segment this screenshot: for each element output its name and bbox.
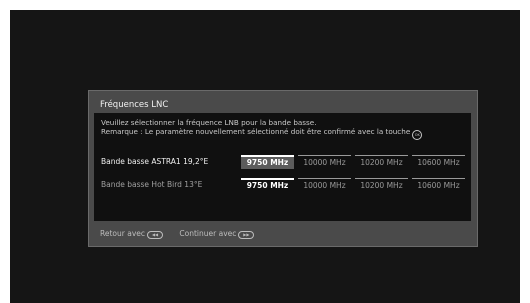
option-hotbird-10000[interactable]: 10000 MHz [298, 178, 351, 192]
lnb-frequency-dialog: Fréquences LNC Veuillez sélectionner la … [88, 90, 478, 247]
ok-key-icon: OK [412, 130, 423, 140]
info-line-2-text: Remarque : Le paramètre nouvellement sél… [101, 127, 411, 136]
option-hotbird-10600[interactable]: 10600 MHz [412, 178, 465, 192]
tv-screen: Fréquences LNC Veuillez sélectionner la … [10, 10, 520, 303]
back-hint[interactable]: Retour avec ◀◀ [100, 229, 164, 239]
lnb-row-astra[interactable]: Bande basse ASTRA1 19,2°E 9750 MHz 10000… [94, 155, 471, 169]
info-text: Veuillez sélectionner la fréquence LNB p… [101, 118, 423, 140]
footer-hints: Retour avec ◀◀ Continuer avec ▶▶ [100, 229, 268, 239]
option-astra-9750[interactable]: 9750 MHz [241, 155, 294, 169]
option-astra-10600[interactable]: 10600 MHz [412, 155, 465, 169]
forward-key-icon: ▶▶ [238, 231, 255, 239]
option-astra-10000[interactable]: 10000 MHz [298, 155, 351, 169]
row-label-hotbird: Bande basse Hot Bird 13°E [101, 180, 203, 189]
option-hotbird-10200[interactable]: 10200 MHz [355, 178, 408, 192]
option-astra-10200[interactable]: 10200 MHz [355, 155, 408, 169]
info-line-1: Veuillez sélectionner la fréquence LNB p… [101, 118, 317, 127]
rewind-key-icon: ◀◀ [147, 231, 164, 239]
back-hint-label: Retour avec [100, 229, 146, 238]
lnb-row-hotbird[interactable]: Bande basse Hot Bird 13°E 9750 MHz 10000… [94, 178, 471, 192]
continue-hint[interactable]: Continuer avec ▶▶ [179, 229, 255, 239]
continue-hint-label: Continuer avec [179, 229, 237, 238]
row-label-astra: Bande basse ASTRA1 19,2°E [101, 157, 209, 166]
settings-panel: Veuillez sélectionner la fréquence LNB p… [94, 113, 471, 221]
dialog-title: Fréquences LNC [100, 100, 169, 110]
info-line-2: Remarque : Le paramètre nouvellement sél… [101, 127, 423, 140]
option-hotbird-9750[interactable]: 9750 MHz [241, 178, 294, 192]
